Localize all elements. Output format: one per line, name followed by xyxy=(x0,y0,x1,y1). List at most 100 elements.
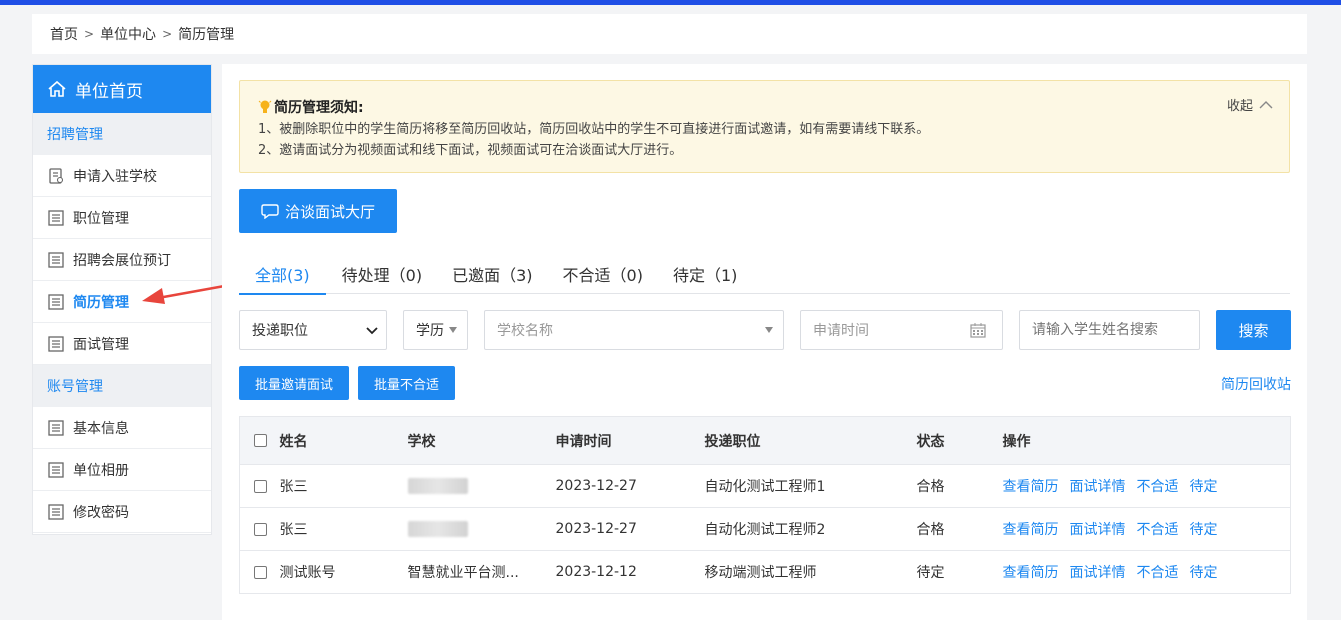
document-icon xyxy=(48,251,64,268)
header-school: 学校 xyxy=(407,416,556,465)
unsuitable-link[interactable]: 不合适 xyxy=(1137,522,1179,538)
cell-school xyxy=(407,507,556,551)
cell-name: 测试账号 xyxy=(279,550,408,594)
interview-detail-link[interactable]: 面试详情 xyxy=(1070,479,1126,495)
notice-line-2: 2、邀请面试分为视频面试和线下面试，视频面试可在洽谈面试大厅进行。 xyxy=(258,143,683,158)
breadcrumb: 首页 > 单位中心 > 简历管理 xyxy=(32,14,1307,54)
sidebar-item-password[interactable]: 修改密码 xyxy=(33,491,211,533)
document-icon xyxy=(48,503,64,520)
date-picker[interactable]: 申请时间 xyxy=(800,310,1003,350)
lightbulb-icon xyxy=(258,100,272,113)
row-checkbox[interactable] xyxy=(254,565,267,579)
caret-down-icon xyxy=(449,327,457,333)
row-checkbox[interactable] xyxy=(254,522,267,536)
header-select xyxy=(239,416,280,465)
school-select-placeholder: 学校名称 xyxy=(497,323,553,339)
breadcrumb-unit-center[interactable]: 单位中心 xyxy=(100,24,156,44)
table-row: 张三 2023-12-27 自动化测试工程师1 合格 查看简历 面试详情 不合适 待定 xyxy=(239,464,1291,508)
batch-reject-button[interactable]: 批量不合适 xyxy=(358,366,455,400)
sidebar-item-label: 简历管理 xyxy=(73,294,129,311)
cell-school xyxy=(407,464,556,508)
filter-bar: 投递职位 学历 学校名称 申请时间 搜索 xyxy=(239,310,1291,350)
sidebar-home[interactable]: 单位首页 xyxy=(33,65,211,113)
document-icon xyxy=(48,461,64,478)
chevron-right-icon: > xyxy=(84,27,95,41)
status-tabs: 全部(3) 待处理（0) 已邀面（3) 不合适（0) 待定（1) xyxy=(239,254,1290,295)
cell-position: 自动化测试工程师1 xyxy=(704,464,917,508)
document-icon xyxy=(48,419,64,436)
cell-date: 2023-12-12 xyxy=(555,550,705,594)
caret-down-icon xyxy=(765,327,773,333)
select-all-checkbox[interactable] xyxy=(254,434,267,447)
sidebar-group-account: 账号管理 xyxy=(33,365,211,407)
sidebar-item-basic-info[interactable]: 基本信息 xyxy=(33,407,211,449)
sidebar-item-label: 申请入驻学校 xyxy=(73,168,157,185)
view-resume-link[interactable]: 查看简历 xyxy=(1003,565,1059,581)
row-select xyxy=(239,507,280,551)
header-name: 姓名 xyxy=(279,416,408,465)
unsuitable-link[interactable]: 不合适 xyxy=(1137,565,1179,581)
tab-pending[interactable]: 待处理（0) xyxy=(342,254,422,294)
notice-title-text: 简历管理须知: xyxy=(274,100,364,116)
cell-school: 智慧就业平台测... xyxy=(407,550,556,594)
calendar-icon xyxy=(970,323,986,338)
sidebar-home-label: 单位首页 xyxy=(75,81,143,102)
chevron-up-icon xyxy=(1259,100,1273,108)
table-row: 张三 2023-12-27 自动化测试工程师2 合格 查看简历 面试详情 不合适 待定 xyxy=(239,507,1291,551)
sidebar-item-interview[interactable]: 面试管理 xyxy=(33,323,211,365)
resume-recycle-bin-link[interactable]: 简历回收站 xyxy=(1221,374,1291,394)
school-select[interactable]: 学校名称 xyxy=(484,310,784,350)
row-select xyxy=(239,550,280,594)
header-date: 申请时间 xyxy=(555,416,705,465)
view-resume-link[interactable]: 查看简历 xyxy=(1003,522,1059,538)
tab-unsuitable[interactable]: 不合适（0) xyxy=(563,254,643,294)
position-select-value: 投递职位 xyxy=(252,323,308,339)
main-panel: 简历管理须知: 1、被删除职位中的学生简历将移至简历回收站，简历回收站中的学生不… xyxy=(222,64,1307,620)
sidebar-item-booth[interactable]: 招聘会展位预订 xyxy=(33,239,211,281)
collapse-button[interactable]: 收起 xyxy=(1227,95,1273,114)
sidebar-item-label: 招聘会展位预订 xyxy=(73,252,171,269)
document-icon xyxy=(48,293,64,310)
tab-undecided[interactable]: 待定（1) xyxy=(673,254,737,294)
education-select-value: 学历 xyxy=(416,323,444,339)
tab-all[interactable]: 全部(3) xyxy=(239,254,326,295)
sidebar-item-label: 职位管理 xyxy=(73,210,129,227)
unsuitable-link[interactable]: 不合适 xyxy=(1137,479,1179,495)
document-edit-icon xyxy=(49,167,64,184)
sidebar-item-label: 修改密码 xyxy=(73,504,129,521)
row-select xyxy=(239,464,280,508)
header-status: 状态 xyxy=(916,416,1003,465)
sidebar-item-album[interactable]: 单位相册 xyxy=(33,449,211,491)
interview-hall-label: 洽谈面试大厅 xyxy=(284,202,375,221)
cell-name: 张三 xyxy=(279,464,408,508)
chevron-right-icon: > xyxy=(162,27,173,41)
cell-date: 2023-12-27 xyxy=(555,507,705,551)
batch-invite-button[interactable]: 批量邀请面试 xyxy=(239,366,349,400)
sidebar-item-apply-school[interactable]: 申请入驻学校 xyxy=(33,155,211,197)
interview-detail-link[interactable]: 面试详情 xyxy=(1070,565,1126,581)
search-button[interactable]: 搜索 xyxy=(1216,310,1291,350)
cell-actions: 查看简历 面试详情 不合适 待定 xyxy=(1002,464,1291,508)
cell-status: 合格 xyxy=(916,507,1003,551)
document-icon xyxy=(48,335,64,352)
redacted-school xyxy=(407,478,468,494)
cell-actions: 查看简历 面试详情 不合适 待定 xyxy=(1002,550,1291,594)
undecided-link[interactable]: 待定 xyxy=(1190,565,1218,581)
resume-table: 姓名 学校 申请时间 投递职位 状态 操作 张三 2023-12-27 自动化测… xyxy=(239,416,1291,594)
home-icon xyxy=(48,80,66,97)
undecided-link[interactable]: 待定 xyxy=(1190,522,1218,538)
document-icon xyxy=(48,209,64,226)
cell-name: 张三 xyxy=(279,507,408,551)
education-select[interactable]: 学历 xyxy=(403,310,468,350)
interview-hall-button[interactable]: 洽谈面试大厅 xyxy=(239,189,397,233)
interview-detail-link[interactable]: 面试详情 xyxy=(1070,522,1126,538)
breadcrumb-home[interactable]: 首页 xyxy=(50,24,78,44)
notice-box: 简历管理须知: 1、被删除职位中的学生简历将移至简历回收站，简历回收站中的学生不… xyxy=(239,80,1290,173)
row-checkbox[interactable] xyxy=(254,479,267,493)
position-select[interactable]: 投递职位 xyxy=(239,310,387,350)
tab-invited[interactable]: 已邀面（3) xyxy=(452,254,532,294)
undecided-link[interactable]: 待定 xyxy=(1190,479,1218,495)
view-resume-link[interactable]: 查看简历 xyxy=(1003,479,1059,495)
sidebar-item-jobs[interactable]: 职位管理 xyxy=(33,197,211,239)
student-name-search-input[interactable] xyxy=(1019,310,1200,350)
